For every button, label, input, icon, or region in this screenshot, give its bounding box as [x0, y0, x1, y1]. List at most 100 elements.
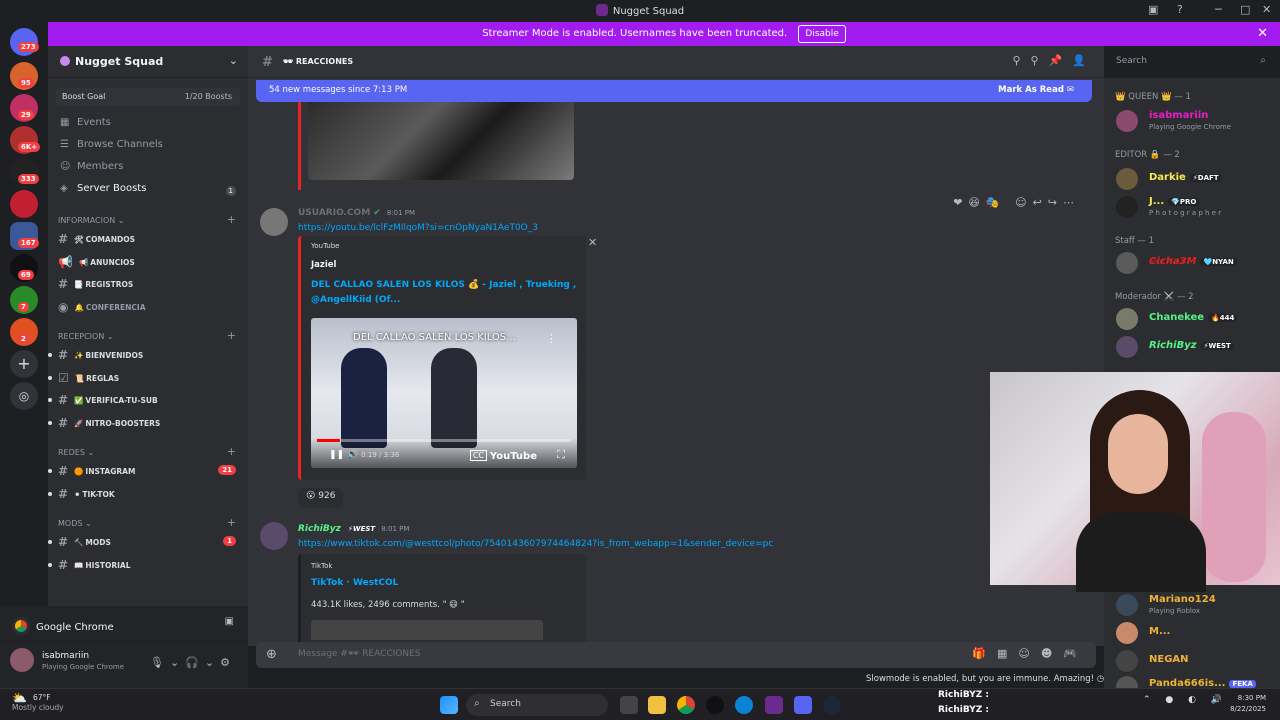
current-user[interactable]: isabmariin Playing Google Chrome 🎙⌄🎧⌄⚙	[0, 642, 248, 686]
avatar[interactable]	[260, 522, 288, 550]
video-progress[interactable]	[317, 439, 571, 442]
embed-image[interactable]	[308, 98, 574, 180]
embed-author[interactable]: Jaziel	[311, 260, 336, 270]
activity-card[interactable]: Google Chrome ▣	[0, 606, 248, 642]
inbox-icon[interactable]: ▣	[1148, 3, 1158, 16]
close-banner-icon[interactable]: ✕	[1257, 22, 1268, 46]
reaction-chip[interactable]: 😮 926	[298, 488, 344, 508]
youtube-logo[interactable]: YouTube	[490, 451, 537, 462]
category-redes[interactable]: REDES ⌄ +	[48, 440, 248, 460]
member-item[interactable]: C̷i̷c̷h̷a̷3̷M 🩵NYAN	[1116, 250, 1276, 278]
edge-icon[interactable]	[735, 696, 753, 714]
avatar[interactable]	[260, 208, 288, 236]
add-channel-icon[interactable]: +	[227, 213, 236, 226]
system-tray[interactable]: ⌃ ● ◐ 🔊	[1143, 695, 1228, 705]
boost-goal[interactable]: Boost Goal 1/20 Boosts	[56, 88, 240, 106]
nav-members[interactable]: ☺ Members	[48, 158, 248, 180]
channel-verifica-tu-sub[interactable]: # ✅ VERIFICA-TU-SUB	[48, 389, 248, 412]
member-item[interactable]: isabmariin Playing Google Chrome	[1116, 108, 1276, 136]
channel-nitro-boosters[interactable]: # 🚀 NITRO-BOOSTERS	[48, 412, 248, 435]
add-channel-icon[interactable]: +	[227, 329, 236, 342]
chevron-down-icon: ⌄	[228, 54, 238, 67]
fullscreen-icon[interactable]: ⛶	[557, 448, 565, 462]
category-informacion[interactable]: INFORMACION ⌄ +	[48, 208, 248, 228]
message-author[interactable]: USUARIO.COM ✔ 8:01 PM	[298, 208, 415, 218]
nav-events[interactable]: ▦ Events	[48, 114, 248, 136]
weather-widget[interactable]: ⛅ 67°F Mostly cloudy	[12, 692, 64, 713]
more-icon[interactable]: ⋮	[546, 332, 557, 345]
clock[interactable]: 8:30 PM 8/22/2025	[1230, 693, 1266, 715]
member-item[interactable]: NEGAN	[1116, 648, 1276, 676]
member-name: C̷i̷c̷h̷a̷3̷M 🩵NYAN	[1149, 256, 1237, 267]
nav-browse-channels[interactable]: ☰ Browse Channels	[48, 136, 248, 158]
channel-tik-tok[interactable]: # ⚫ TIK-TOK	[48, 483, 248, 506]
embed-thumbnail[interactable]	[311, 620, 543, 640]
nav-server-boosts[interactable]: ◈ Server Boosts 1	[48, 180, 248, 202]
channel-reglas[interactable]: ☑ 📜 REGLAS	[48, 367, 248, 390]
start-button[interactable]	[440, 696, 458, 714]
member-item[interactable]: RichiByz ⚡WEST	[1116, 334, 1276, 362]
new-messages-bar[interactable]: 54 new messages since 7:13 PM Mark As Rea…	[256, 80, 1092, 102]
disable-streamer-button[interactable]: Disable	[798, 25, 846, 43]
mark-as-read-button[interactable]: Mark As Read ✉	[998, 85, 1074, 95]
category-recepcion[interactable]: RECEPCION ⌄ +	[48, 324, 248, 344]
avatar	[1116, 308, 1138, 330]
message-composer[interactable]: ⊕ Message #🕶 REACCIONES 🎁▦☺☻🎮	[256, 642, 1096, 668]
add-channel-icon[interactable]: +	[227, 516, 236, 529]
remove-embed-icon[interactable]: ✕	[588, 236, 597, 249]
category-mods[interactable]: MODS ⌄ +	[48, 511, 248, 531]
member-item[interactable]: M...	[1116, 620, 1276, 648]
header-icons[interactable]: ⚲⚲📌👤	[1012, 54, 1096, 67]
member-item[interactable]: J... 💎PRO P h o t o g r a p h e r	[1116, 194, 1276, 222]
composer-icons[interactable]: 🎁▦☺☻🎮	[972, 647, 1088, 660]
channel-conferencia[interactable]: ◉ 🔔 CONFERENCIA	[48, 296, 248, 319]
member-name: J... 💎PRO	[1149, 196, 1200, 207]
channel-instagram[interactable]: # 🟠 INSTAGRAM 21	[48, 460, 248, 483]
screen-share-icon[interactable]: ▣	[225, 616, 234, 627]
user-controls[interactable]: 🎙⌄🎧⌄⚙	[150, 656, 236, 669]
channel-mods[interactable]: # 🔨 MODS 1	[48, 531, 248, 554]
chrome-icon[interactable]	[677, 696, 695, 714]
captions-icon[interactable]: CC	[469, 450, 487, 461]
help-icon[interactable]: ?	[1177, 3, 1183, 16]
author-tag: ⚡WEST	[347, 525, 376, 533]
message-link[interactable]: https://www.tiktok.com/@westtcol/photo/7…	[298, 539, 773, 549]
volume-icon[interactable]: 🔊	[347, 450, 358, 460]
add-server-icon[interactable]: +	[10, 350, 38, 378]
member-item[interactable]: Chanekee 🔥444	[1116, 306, 1276, 334]
message-hover-toolbar[interactable]: ❤😆🎭 ☺↩↪⋯	[953, 196, 1080, 209]
discover-icon[interactable]: ◎	[10, 382, 38, 410]
close-window-button[interactable]: ✕	[1262, 3, 1271, 16]
minimize-button[interactable]: ─	[1215, 3, 1222, 16]
add-attachment-icon[interactable]: ⊕	[266, 647, 277, 662]
pause-icon[interactable]: ❚❚	[329, 450, 344, 460]
message-author[interactable]: RichiByz ⚡WEST 8:01 PM	[298, 524, 409, 534]
search-input[interactable]: Search ⌕	[1110, 52, 1272, 72]
channel-registros[interactable]: # 📑 REGISTROS	[48, 273, 248, 296]
member-item[interactable]: Panda666is... FEKA	[1116, 674, 1276, 688]
member-item[interactable]: Darkie ⚡DAFT	[1116, 166, 1276, 194]
embed-title[interactable]: DEL CALLAO SALEN LOS KILOS 💰 - Jaziel , …	[311, 278, 581, 308]
server-icon[interactable]	[10, 190, 38, 218]
channel-bienvenidos[interactable]: # ✨ BIENVENIDOS	[48, 344, 248, 367]
taskbar-search[interactable]: ⌕ Search	[466, 694, 608, 716]
add-channel-icon[interactable]: +	[227, 445, 236, 458]
app-icon[interactable]	[765, 696, 783, 714]
app-icon[interactable]	[706, 696, 724, 714]
file-explorer-icon[interactable]	[648, 696, 666, 714]
guild-header[interactable]: Nugget Squad ⌄	[48, 46, 248, 78]
steam-icon[interactable]	[823, 696, 841, 714]
video-controls[interactable]: ❚❚ 🔊 0:19 / 3:36	[329, 450, 399, 460]
message-input[interactable]: Message #🕶 REACCIONES	[298, 649, 421, 659]
channel-anuncios[interactable]: 📢 📢 ANUNCIOS	[48, 251, 248, 274]
embed-title[interactable]: TikTok · WestCOL	[311, 576, 581, 591]
channel-comandos[interactable]: # 🛠 COMANDOS	[48, 228, 248, 251]
message-link[interactable]: https://youtu.be/lclFzMIlqoM?si=cnOpNyaN…	[298, 223, 538, 233]
discord-icon[interactable]	[794, 696, 812, 714]
task-view-icon[interactable]	[620, 696, 638, 714]
member-tag-text: 444	[1219, 314, 1235, 322]
video-player[interactable]: DEL CALLAO SALEN LOS KILOS... ⋮ ❚❚ 🔊 0:1…	[311, 318, 577, 468]
maximize-button[interactable]: □	[1240, 3, 1250, 16]
member-item[interactable]: Mariano124 Playing Roblox	[1116, 592, 1276, 620]
channel-historial[interactable]: # 📖 HISTORIAL	[48, 554, 248, 577]
